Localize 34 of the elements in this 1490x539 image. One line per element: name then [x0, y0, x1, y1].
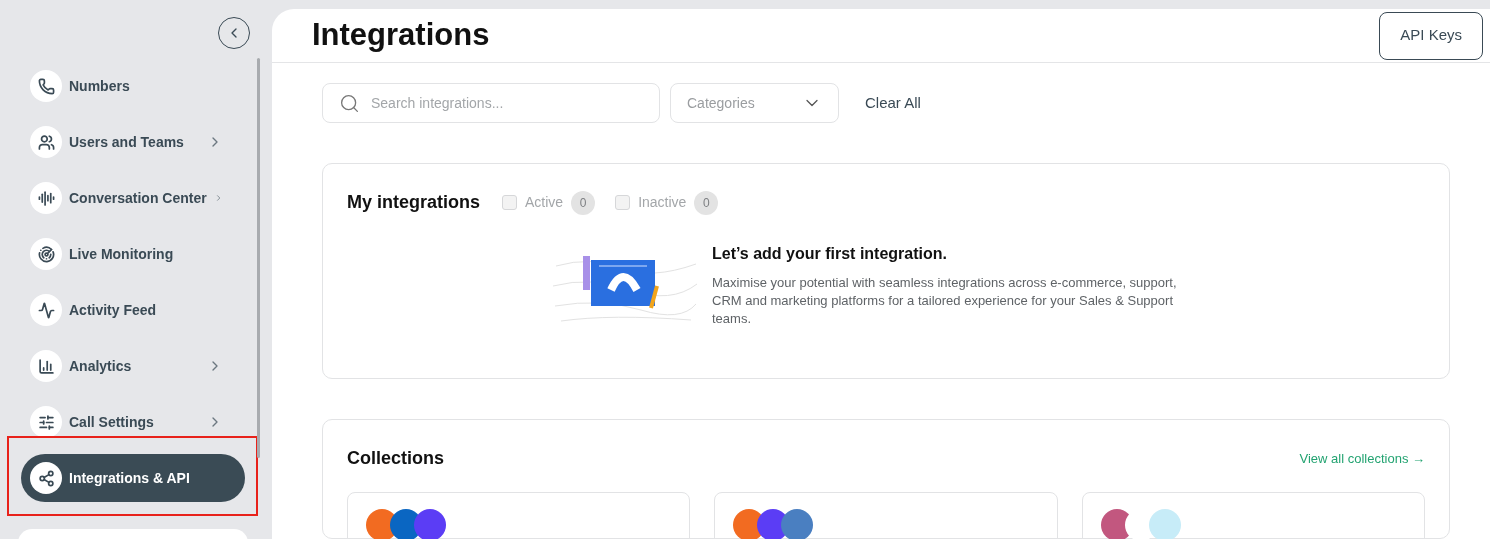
search-icon	[339, 93, 360, 114]
page-title: Integrations	[312, 16, 490, 55]
sidebar-item[interactable]: Conversation Center	[21, 174, 245, 222]
section-title: Collections	[347, 447, 444, 470]
sidebar-item[interactable]: Live Monitoring	[21, 230, 245, 278]
count-badge: 0	[694, 190, 719, 215]
sidebar-item[interactable]: Activity Feed	[21, 286, 245, 334]
sidebar-item[interactable]: Users and Teams	[21, 118, 245, 166]
sidebar-item[interactable]: Numbers	[21, 62, 245, 110]
api-keys-button[interactable]: API Keys	[1379, 11, 1483, 60]
collection-card[interactable]	[714, 492, 1058, 539]
checkbox[interactable]	[502, 195, 517, 210]
checkbox[interactable]	[615, 195, 631, 210]
nodes-icon	[37, 469, 55, 487]
sidebar-item[interactable]: Integrations & API	[21, 454, 245, 502]
bar-chart-icon	[37, 357, 55, 375]
collection-card[interactable]	[347, 492, 691, 539]
search-field[interactable]: Search integrations...	[322, 83, 660, 123]
empty-state-text: Maximise your potential with seamless integrations across e-commerce, support, CRM and marketing platforms for a tailored experience for your Sales & Support teams.	[712, 274, 1178, 328]
filter-label: Active	[525, 193, 564, 212]
sidebar-item[interactable]: Analytics	[21, 342, 245, 390]
sidebar-item[interactable]: Call Settings	[21, 398, 245, 446]
clear-all-button[interactable]: Clear All	[865, 91, 921, 115]
empty-state-title: Let’s add your first integration.	[712, 244, 948, 264]
users-icon	[37, 133, 55, 151]
sound-wave-icon	[37, 189, 55, 207]
section-title: My integrations	[347, 191, 480, 214]
count-badge: 0	[571, 190, 596, 215]
filter-label: Inactive	[638, 193, 687, 212]
collection-card[interactable]	[1081, 492, 1425, 539]
sliders-icon	[37, 413, 55, 431]
phone-icon	[37, 77, 55, 95]
pulse-icon	[37, 301, 55, 319]
radar-icon	[37, 245, 55, 263]
